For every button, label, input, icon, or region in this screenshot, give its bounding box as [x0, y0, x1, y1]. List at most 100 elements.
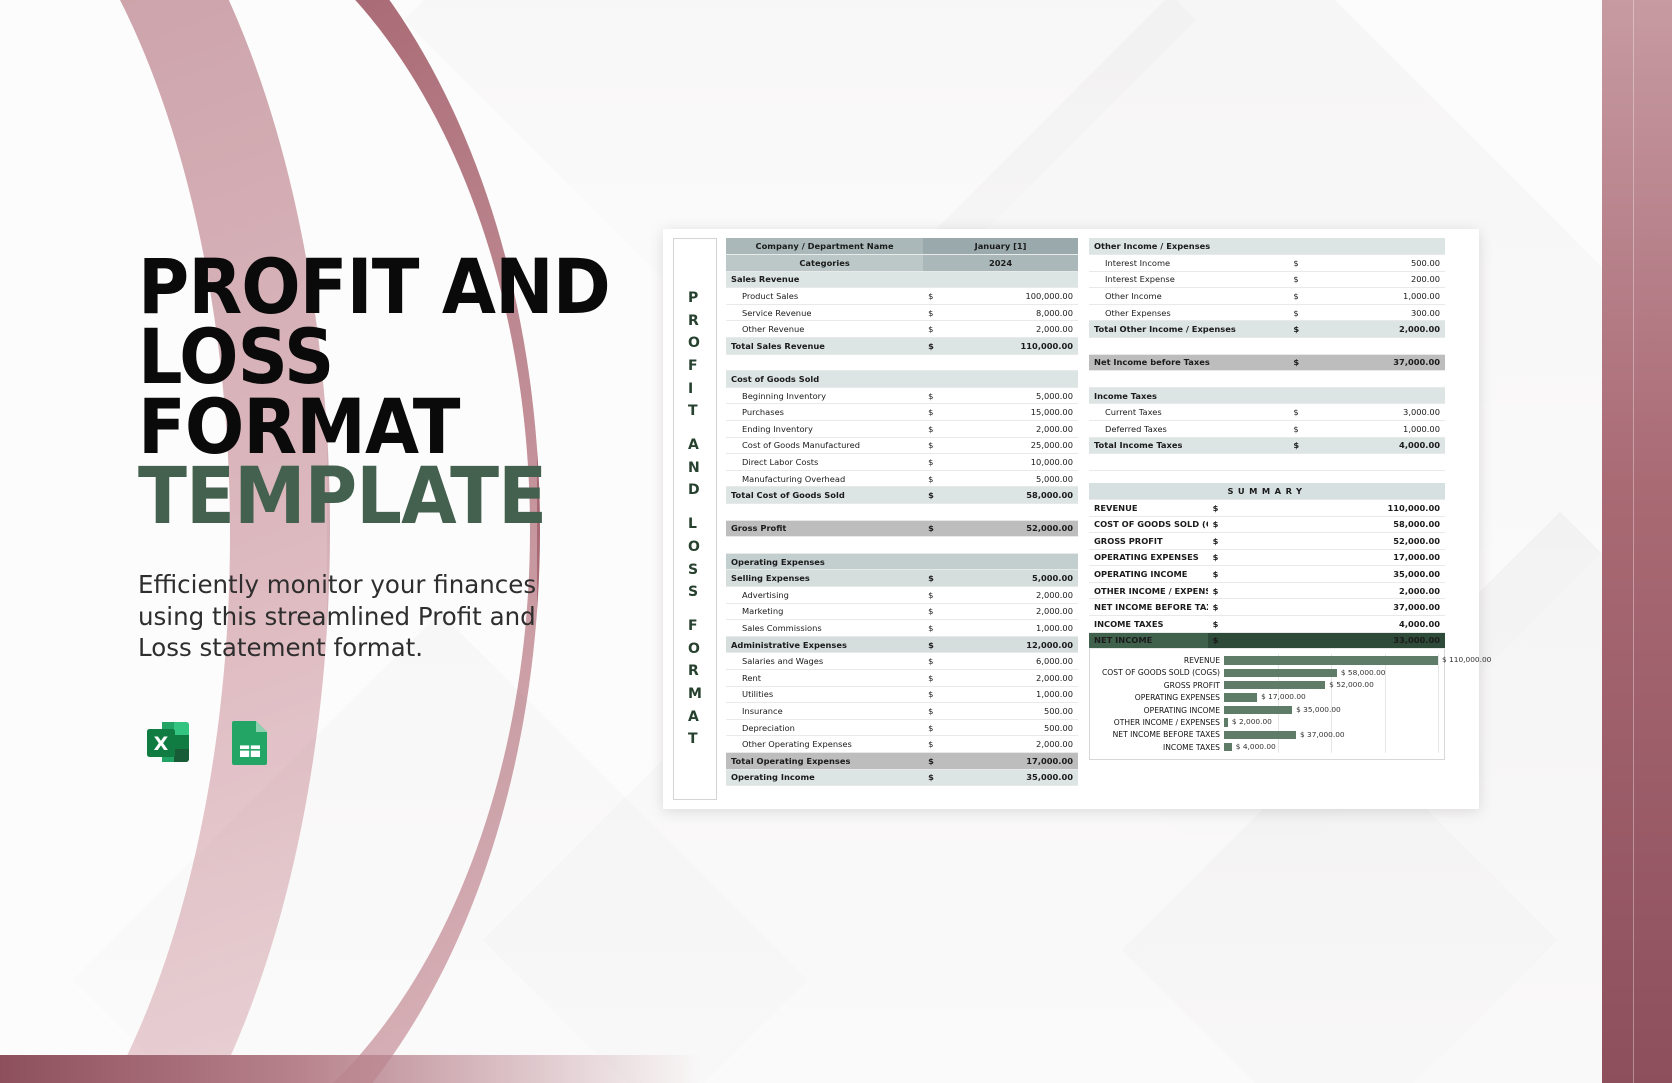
chart-track: $ 17,000.00 [1224, 691, 1439, 704]
chart-bar-row: INCOME TAXES $ 4,000.00 [1092, 740, 1439, 754]
row-value: 2,000.00 [1000, 669, 1078, 687]
currency-symbol: $ [1288, 354, 1314, 372]
summary-bar-chart: REVENUE $ 110,000.00 COST OF GOODS SOLD (C… [1089, 649, 1491, 761]
currency-symbol: $ [1207, 632, 1327, 650]
row-value: 500.00 [1000, 702, 1078, 720]
row-value: 5,000.00 [1000, 470, 1078, 488]
line-item-row: Product Sales $100,000.00 [726, 287, 1078, 305]
row-value: 2,000.00 [1326, 582, 1445, 600]
row-label: Administrative Expenses [726, 636, 924, 654]
line-item-row: Utilities $1,000.00 [726, 686, 1078, 704]
net-income-before-taxes-row: Net Income before Taxes $37,000.00 [1089, 354, 1445, 372]
row-value: 1,000.00 [1000, 619, 1078, 637]
row-label: Total Operating Expenses [726, 752, 924, 770]
row-value: 2,000.00 [1000, 603, 1078, 621]
currency-symbol: $ [923, 752, 1001, 770]
row-label: Operating Expenses [726, 553, 924, 571]
line-item-row: Marketing $2,000.00 [726, 603, 1078, 621]
vertical-title-letter: F [688, 358, 698, 375]
chart-value-label: $ 110,000.00 [1442, 655, 1492, 665]
row-value: 35,000.00 [1000, 769, 1078, 787]
vertical-title-strip: PROFITANDLOSSFORMAT [673, 238, 717, 800]
chart-value-label: $ 37,000.00 [1299, 729, 1345, 739]
page-title: PROFIT AND LOSS FORMAT TEMPLATE [138, 249, 616, 536]
chart-value-label: $ 52,000.00 [1329, 680, 1374, 690]
line-item-row: Rent $2,000.00 [726, 669, 1078, 687]
line-item-row: Deferred Taxes $1,000.00 [1089, 420, 1445, 438]
income-statement-table: Company / Department Name January [1] Ca… [726, 238, 1078, 787]
currency-symbol [923, 271, 1001, 289]
vertical-title-letter: I [688, 380, 694, 397]
row-value [1313, 370, 1445, 388]
row-value [1000, 536, 1078, 554]
row-label: Other Operating Expenses [726, 735, 924, 753]
currency-symbol: $ [1207, 549, 1327, 567]
currency-symbol: $ [1207, 582, 1327, 600]
summary-row: INCOME TAXES $4,000.00 [1089, 615, 1445, 633]
currency-symbol: $ [923, 403, 1001, 422]
currency-symbol: $ [923, 636, 1001, 654]
row-label [1089, 453, 1289, 471]
row-value: 500.00 [1313, 254, 1445, 272]
row-label: Other Revenue [726, 320, 924, 339]
row-value: 33,000.00 [1326, 632, 1445, 650]
currency-symbol: $ [1207, 516, 1327, 534]
currency-symbol: $ [923, 719, 1001, 737]
vertical-title-letter: O [688, 335, 700, 352]
row-label: Net Income before Taxes [1089, 354, 1289, 372]
operating-expenses-header-row: Operating Expenses [726, 553, 1078, 571]
row-label: GROSS PROFIT [1089, 532, 1208, 550]
row-value [1000, 271, 1078, 289]
row-value: 6,000.00 [1000, 652, 1078, 670]
currency-symbol: $ [923, 287, 1001, 305]
row-value: 1,000.00 [1313, 420, 1445, 438]
row-value: 4,000.00 [1326, 615, 1445, 633]
row-label: Total Income Taxes [1089, 437, 1289, 455]
chart-category-label: COST OF GOODS SOLD (COGS) [1101, 668, 1220, 678]
chart-bar-row: REVENUE $ 110,000.00 [1092, 654, 1491, 667]
row-label: Other Income [1089, 287, 1289, 305]
bg-right-band [1602, 0, 1672, 1083]
row-label: Other Income / Expenses [1089, 238, 1289, 256]
year-header: 2024 [923, 254, 1078, 272]
currency-symbol: $ [1288, 254, 1314, 272]
row-value: 100,000.00 [1000, 287, 1078, 305]
chart-track: $ 2,000.00 [1224, 716, 1439, 729]
chart-bar [1224, 668, 1337, 678]
row-value: 52,000.00 [1000, 520, 1078, 538]
row-value: 15,000.00 [1000, 403, 1078, 422]
chart-category-label: REVENUE [1183, 655, 1220, 665]
row-label: Total Other Income / Expenses [1089, 320, 1289, 339]
row-label: NET INCOME BEFORE TAXES [1089, 598, 1208, 617]
currency-symbol: $ [923, 520, 1001, 538]
currency-symbol: $ [923, 669, 1001, 687]
period-header: January [1] [923, 238, 1078, 256]
currency-symbol [1288, 370, 1314, 388]
row-label: Utilities [726, 686, 924, 704]
other-income-table: Other Income / Expenses Interest Income $5… [1089, 238, 1445, 471]
summary-row: OTHER INCOME / EXPENSES$2,000.00 [1089, 582, 1445, 600]
currency-symbol: $ [923, 603, 1001, 621]
section-total-row: Total Cost of Goods Sold $58,000.00 [726, 486, 1078, 504]
vertical-title-letter: R [688, 663, 699, 680]
spacer-row [1089, 370, 1445, 388]
vertical-title-letter: S [688, 561, 699, 578]
row-value: 17,000.00 [1326, 549, 1445, 567]
row-label [1089, 370, 1289, 388]
line-item-row: Depreciation $500.00 [726, 719, 1078, 737]
line-item-row: Other Expenses $300.00 [1089, 304, 1445, 322]
currency-symbol: $ [1288, 271, 1314, 289]
expense-group-row: Administrative Expenses $12,000.00 [726, 636, 1078, 654]
row-label: Rent [726, 669, 924, 687]
google-sheets-icon[interactable] [222, 714, 278, 770]
section-header-row: Sales Revenue [726, 271, 1078, 289]
chart-bar [1224, 693, 1258, 702]
row-value: 500.00 [1000, 719, 1078, 737]
excel-icon[interactable]: X [140, 714, 196, 770]
row-label: COST OF GOODS SOLD (COGS) [1089, 516, 1208, 534]
vertical-title-letter: D [688, 482, 700, 499]
line-item-row: Salaries and Wages $6,000.00 [726, 652, 1078, 670]
currency-symbol: $ [923, 619, 1001, 637]
summary-table: SUMMARY REVENUE $110,000.00 COST OF GOODS … [1089, 482, 1445, 650]
row-value: 35,000.00 [1326, 565, 1445, 583]
